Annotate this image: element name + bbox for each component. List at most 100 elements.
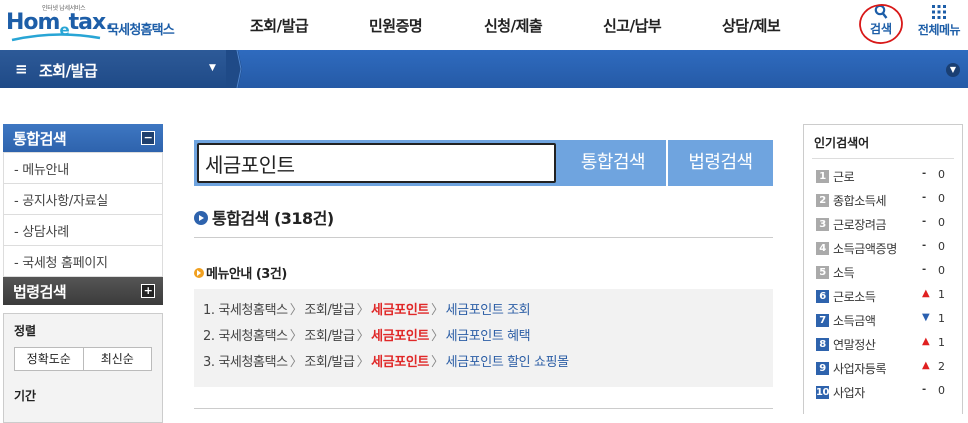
lnb-item-notice[interactable]: - 공지사항/자료실 [3, 184, 163, 215]
popular-keyword-item[interactable]: 7 소득금액 ▼ 1 [816, 311, 956, 331]
trend-up-icon: ▲ [922, 288, 930, 299]
breadcrumb-arrow-icon [226, 50, 242, 88]
menu-result-item[interactable]: 1. 국세청홈택스 〉 조회/발급 〉 세금포인트 〉 세금포인트 조회 [203, 299, 764, 325]
rank-badge: 10 [816, 386, 830, 399]
keyword-text[interactable]: 연말정산 [833, 336, 876, 353]
grid-menu-icon [932, 5, 946, 19]
highlight-keyword: 세금포인트 [371, 355, 429, 370]
search-bar: 통합검색 법령검색 [194, 140, 773, 186]
trend-up-icon: ▲ [922, 360, 930, 371]
chevron-right-icon: 〉 [430, 355, 444, 370]
rank-badge: 8 [816, 338, 829, 351]
rank-badge: 7 [816, 314, 829, 327]
results-title: 통합검색 (318건) [212, 209, 334, 228]
integrated-search-button[interactable]: 통합검색 [562, 140, 664, 186]
trend-same-icon: - [922, 216, 926, 227]
rank-change: 0 [938, 168, 945, 181]
chevron-right-icon: 〉 [356, 303, 370, 318]
chevron-right-icon: 〉 [356, 355, 370, 370]
caret-down-icon: ▼ [209, 63, 216, 73]
all-menu-label: 전체메뉴 [917, 23, 961, 37]
rank-change: 1 [938, 336, 945, 349]
nav-civil-certificate[interactable]: 민원증명 [369, 15, 423, 36]
divider [194, 408, 773, 409]
rank-change: 0 [938, 384, 945, 397]
sort-latest-button[interactable]: 최신순 [82, 347, 152, 371]
nav-consult-report[interactable]: 상담/제보 [722, 15, 781, 36]
nav-report-pay[interactable]: 신고/납부 [603, 15, 662, 36]
highlight-keyword: 세금포인트 [371, 303, 429, 318]
divider [812, 158, 954, 159]
menu-result-item[interactable]: 2. 국세청홈택스 〉 조회/발급 〉 세금포인트 〉 세금포인트 혜택 [203, 325, 764, 351]
rank-badge: 6 [816, 290, 829, 303]
filter-box: 정렬 정확도순 최신순 기간 [3, 313, 163, 423]
popular-keyword-item[interactable]: 4 소득금액증명 - 0 [816, 239, 956, 259]
rank-change: 1 [938, 288, 945, 301]
lnb-item-nts-homepage[interactable]: - 국세청 홈페이지 [3, 246, 163, 277]
nav-apply-submit[interactable]: 신청/제출 [484, 15, 543, 36]
hamburger-icon: ≡ [15, 60, 28, 78]
nav-inquiry-issue[interactable]: 조회/발급 [250, 15, 309, 36]
chevron-right-icon: 〉 [430, 329, 444, 344]
menu-result-item[interactable]: 3. 국세청홈택스 〉 조회/발급 〉 세금포인트 〉 세금포인트 할인 쇼핑몰 [203, 351, 764, 377]
period-label: 기간 [14, 389, 37, 403]
popular-keywords-title: 인기검색어 [814, 136, 870, 150]
popular-keyword-item[interactable]: 1 근로 - 0 [816, 167, 956, 187]
search-label: 검색 [869, 22, 893, 36]
rank-change: 0 [938, 216, 945, 229]
expand-chevron-icon[interactable]: ▼ [946, 63, 960, 77]
location-menu-dropdown[interactable]: ≡ 조회/발급 ▼ [0, 50, 238, 88]
law-search-header[interactable]: 법령검색 + [3, 277, 163, 305]
rank-badge: 3 [816, 218, 829, 231]
lnb-item-consult-cases[interactable]: - 상담사례 [3, 215, 163, 246]
popular-keyword-item[interactable]: 6 근로소득 ▲ 1 [816, 287, 956, 307]
search-icon [874, 4, 888, 19]
popular-keyword-item[interactable]: 10 사업자 - 0 [816, 383, 956, 403]
keyword-text[interactable]: 사업자 [833, 384, 865, 401]
keyword-text[interactable]: 소득금액 [833, 312, 876, 329]
popular-keyword-item[interactable]: 3 근로장려금 - 0 [816, 215, 956, 235]
highlight-keyword: 세금포인트 [371, 329, 429, 344]
trend-same-icon: - [922, 168, 926, 179]
result-link[interactable]: 세금포인트 혜택 [446, 329, 531, 344]
keyword-text[interactable]: 소득금액증명 [833, 240, 897, 257]
search-input[interactable] [197, 143, 556, 183]
rank-change: 0 [938, 240, 945, 253]
sort-label: 정렬 [14, 324, 37, 338]
keyword-text[interactable]: 사업자등록 [833, 360, 887, 377]
all-menu-button[interactable]: 전체메뉴 [912, 3, 966, 45]
keyword-text[interactable]: 근로장려금 [833, 216, 887, 233]
rank-change: 0 [938, 264, 945, 277]
law-search-title: 법령검색 [13, 283, 67, 301]
result-link[interactable]: 세금포인트 할인 쇼핑몰 [446, 355, 569, 370]
popular-keywords-panel: 인기검색어 1 근로 - 0 2 종합소득세 - 0 3 근로장려금 - 0 4 소득금액증명 - 0 5 소득 -… [803, 124, 963, 414]
trend-same-icon: - [922, 264, 926, 275]
popular-keyword-item[interactable]: 2 종합소득세 - 0 [816, 191, 956, 211]
keyword-text[interactable]: 근로 [833, 168, 855, 185]
chevron-right-icon: 〉 [289, 355, 303, 370]
divider [194, 237, 773, 238]
popular-keyword-item[interactable]: 9 사업자등록 ▲ 2 [816, 359, 956, 379]
integrated-search-list: - 메뉴안내 - 공지사항/자료실 - 상담사례 - 국세청 홈페이지 [3, 152, 163, 277]
rank-badge: 4 [816, 242, 829, 255]
keyword-text[interactable]: 소득 [833, 264, 855, 281]
search-button[interactable]: 검색 [857, 3, 905, 45]
sort-accuracy-button[interactable]: 정확도순 [14, 347, 84, 371]
rank-badge: 1 [816, 170, 829, 183]
law-search-button[interactable]: 법령검색 [666, 140, 773, 186]
collapse-icon[interactable]: − [141, 131, 155, 145]
trend-same-icon: - [922, 192, 926, 203]
trend-same-icon: - [922, 240, 926, 251]
keyword-text[interactable]: 종합소득세 [833, 192, 887, 209]
keyword-text[interactable]: 근로소득 [833, 288, 876, 305]
popular-keyword-item[interactable]: 5 소득 - 0 [816, 263, 956, 283]
lnb-item-menu-guide[interactable]: - 메뉴안내 [3, 153, 163, 184]
expand-icon[interactable]: + [141, 284, 155, 298]
result-link[interactable]: 세금포인트 조회 [446, 303, 531, 318]
hometax-logo[interactable]: 인터넷 납세서비스 Hometax. 국세청홈택스 [4, 2, 189, 46]
trend-up-icon: ▲ [922, 336, 930, 347]
sort-options: 정확도순 최신순 [14, 347, 152, 371]
popular-keyword-item[interactable]: 8 연말정산 ▲ 1 [816, 335, 956, 355]
left-navigation: 통합검색 − - 메뉴안내 - 공지사항/자료실 - 상담사례 - 국세청 홈페… [3, 124, 163, 423]
integrated-search-header[interactable]: 통합검색 − [3, 124, 163, 152]
